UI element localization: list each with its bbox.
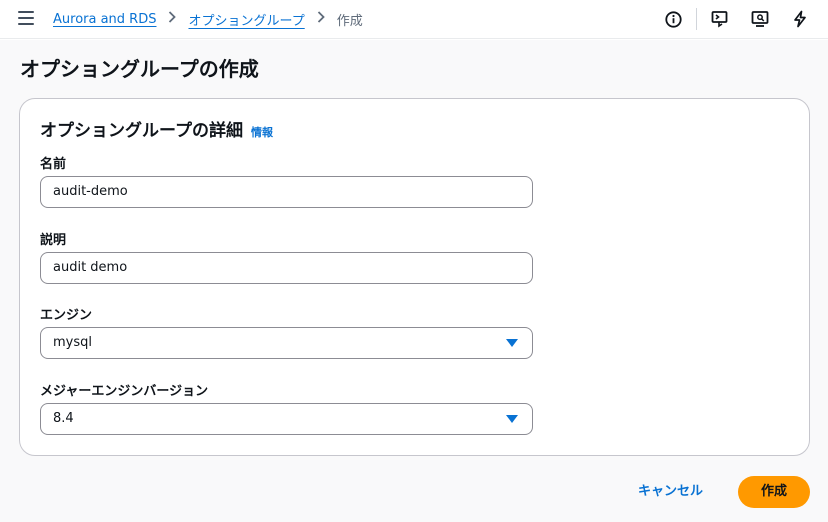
lightning-icon[interactable] bbox=[788, 7, 812, 31]
description-label: 説明 bbox=[40, 233, 67, 248]
panel-title: オプショングループの詳細 bbox=[40, 121, 243, 141]
page-title: オプショングループの作成 bbox=[20, 57, 259, 81]
name-field[interactable]: audit-demo bbox=[40, 176, 533, 208]
major-version-select[interactable]: 8.4 bbox=[40, 403, 533, 435]
major-version-label: メジャーエンジンバージョン bbox=[40, 384, 209, 399]
engine-label: エンジン bbox=[40, 308, 93, 323]
breadcrumb-option-groups[interactable]: オプショングループ bbox=[188, 10, 304, 29]
breadcrumb-current: 作成 bbox=[336, 13, 363, 29]
monitor-icon[interactable] bbox=[748, 7, 772, 31]
caret-down-icon bbox=[506, 339, 518, 347]
cloudshell-icon[interactable] bbox=[708, 7, 732, 31]
major-version-select-value: 8.4 bbox=[53, 411, 74, 426]
breadcrumb: Aurora and RDS オプショングループ 作成 bbox=[53, 9, 363, 29]
menu-icon[interactable] bbox=[18, 11, 34, 25]
divider bbox=[696, 8, 697, 30]
form-actions: キャンセル 作成 bbox=[0, 476, 828, 508]
engine-select-value: mysql bbox=[53, 335, 92, 350]
top-navigation-bar: Aurora and RDS オプショングループ 作成 bbox=[0, 0, 828, 39]
info-link[interactable]: 情報 bbox=[251, 124, 273, 140]
panel-header: オプショングループの詳細 情報 bbox=[40, 116, 273, 141]
main-content: オプショングループの作成 オプショングループの詳細 情報 名前 audit-de… bbox=[0, 40, 828, 522]
name-label: 名前 bbox=[40, 157, 67, 172]
header-tools bbox=[661, 7, 812, 31]
cancel-button[interactable]: キャンセル bbox=[628, 476, 713, 508]
chevron-right-icon bbox=[316, 11, 326, 27]
info-icon[interactable] bbox=[661, 7, 685, 31]
create-button[interactable]: 作成 bbox=[738, 476, 810, 508]
breadcrumb-aurora-rds[interactable]: Aurora and RDS bbox=[53, 12, 156, 27]
caret-down-icon bbox=[506, 415, 518, 423]
chevron-right-icon bbox=[167, 11, 177, 27]
engine-select[interactable]: mysql bbox=[40, 327, 533, 359]
option-group-details-panel: オプショングループの詳細 情報 名前 audit-demo 説明 audit d… bbox=[19, 98, 810, 456]
description-field[interactable]: audit demo bbox=[40, 252, 533, 284]
